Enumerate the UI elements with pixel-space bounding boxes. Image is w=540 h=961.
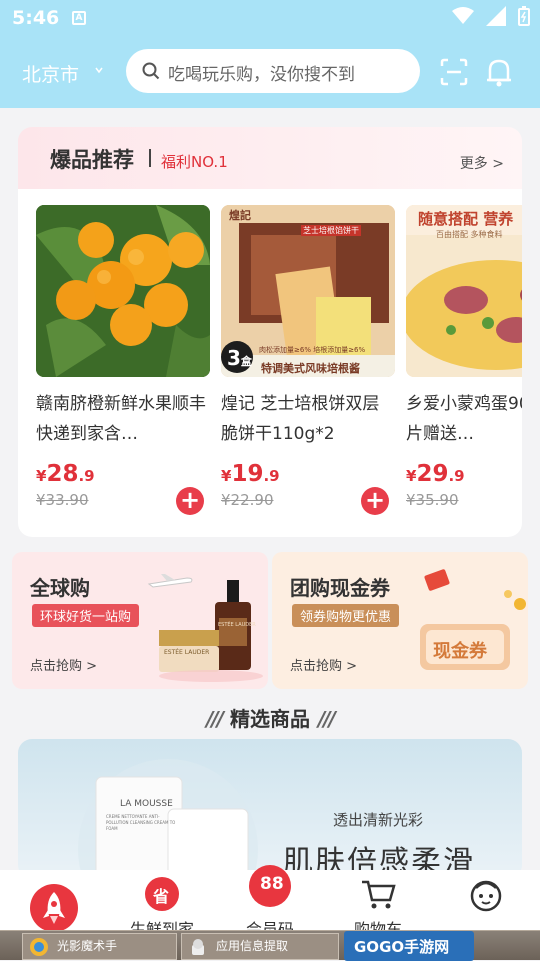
hot-section-header: 爆品推荐 福利NO.1 更多 >: [18, 127, 522, 189]
signal-icon: [486, 6, 506, 26]
global-buy-card[interactable]: 全球购 环球好货一站购 点击抢购 > ESTÉE LAUDER ESTÉE LA…: [12, 552, 268, 689]
more-link[interactable]: 更多 >: [460, 153, 504, 173]
promo-link[interactable]: 点击抢购 >: [290, 655, 357, 674]
header: 5:46 A 北京市 吃喝玩乐购，没你搜不到: [0, 0, 540, 108]
product-card[interactable]: 煌記 芝士培根馅饼干 3盒 肉松添加量≥6% 培根添加量≥6% 特调美式风味培根…: [221, 205, 395, 515]
search-input[interactable]: 吃喝玩乐购，没你搜不到: [126, 49, 420, 93]
hot-products: 赣南脐橙新鲜水果顺丰快递到家含… ¥28.9 ¥33.90 + 煌記 芝士培根馅…: [18, 189, 522, 537]
product-banner-sub: 百由搭配 多种食料: [436, 230, 503, 239]
save-money-glyph: 省: [153, 887, 170, 906]
chevron-down-icon[interactable]: [95, 66, 103, 74]
wifi-icon: [452, 7, 474, 24]
stats-label: 肉松添加量≥6% 培根添加量≥6%: [259, 346, 366, 354]
product-name: 乡爱小蒙鸡蛋90g*20片赠送…: [406, 394, 522, 444]
tab-fresh[interactable]: 省 生鲜到家: [122, 870, 202, 939]
coupon-label: 现金券: [433, 641, 487, 662]
city-selector[interactable]: 北京市: [22, 60, 79, 87]
product-old-price: ¥35.90: [406, 491, 459, 509]
taskbar-item[interactable]: 光影魔术手: [22, 933, 177, 960]
brand-label: 煌記: [229, 209, 251, 222]
selection-title: ///精选商品///: [206, 707, 336, 731]
scan-icon[interactable]: [440, 58, 468, 86]
android-app-icon: [192, 939, 204, 955]
search-icon: [142, 62, 160, 80]
status-bar: 5:46 A: [0, 0, 540, 38]
notification-icon: A: [72, 11, 86, 25]
product-image-egg-pancake: 随意搭配 营养 百由搭配 多种食料: [406, 205, 522, 377]
top-bar: 北京市 吃喝玩乐购，没你搜不到: [0, 48, 540, 96]
photo-app-icon: [30, 938, 48, 956]
battery-icon: [518, 6, 530, 26]
product-card[interactable]: 随意搭配 营养 百由搭配 多种食料 乡爱小蒙鸡蛋90g*20片赠送… ¥29.9…: [406, 205, 522, 509]
product-card[interactable]: 赣南脐橙新鲜水果顺丰快递到家含… ¥28.9 ¥33.90 +: [36, 205, 210, 515]
tube-brand-label: LA MOUSSE: [120, 799, 173, 809]
watermark-logo: GOGO手游网: [344, 931, 474, 961]
slogan-label: 特调美式风味培根酱: [261, 362, 360, 375]
product-image-biscuits: 煌記 芝士培根馅饼干 3盒 肉松添加量≥6% 培根添加量≥6% 特调美式风味培根…: [221, 205, 395, 377]
bottom-tab-bar: 省 生鲜到家 88 会员码 购物车: [0, 865, 540, 939]
add-to-cart-button[interactable]: +: [361, 487, 389, 515]
product-name: 煌记 芝士培根饼双层脆饼干110g*2: [221, 394, 380, 444]
bell-icon[interactable]: [484, 56, 514, 88]
watermark-text: GOGO手游网: [354, 938, 450, 956]
promo-title: 团购现金券: [290, 576, 390, 600]
tab-cart[interactable]: 购物车: [338, 870, 418, 939]
tube-desc-label: CREME NETTOYANTE ANTI-POLLUTION CLEANSIN…: [106, 814, 176, 831]
taskbar-item[interactable]: 应用信息提取: [181, 933, 339, 960]
banner-subtitle: 透出清新光彩: [333, 811, 424, 829]
product-name: 赣南脐橙新鲜水果顺丰快递到家含…: [36, 394, 206, 444]
group-coupon-card[interactable]: 团购现金券 领券购物更优惠 点击抢购 > 现金券: [272, 552, 528, 689]
product-image-oranges: [36, 205, 210, 377]
tab-profile[interactable]: [446, 870, 526, 932]
jar-brand-label: ESTÉE LAUDER: [164, 649, 210, 656]
count-label: 3盒: [227, 346, 252, 370]
product-banner-label: 随意搭配 营养: [418, 210, 514, 228]
bottle-brand-label: ESTÉE LAUDER: [218, 622, 256, 628]
status-time: 5:46: [12, 7, 60, 29]
title-divider: [149, 149, 151, 167]
promo-badge: 领券购物更优惠: [292, 604, 400, 627]
product-price: ¥29.9: [406, 461, 465, 487]
promo-link[interactable]: 点击抢购 >: [30, 655, 97, 674]
tab-home[interactable]: [14, 870, 94, 932]
hot-title: 爆品推荐: [50, 148, 134, 172]
cosmetics-image: [159, 580, 263, 682]
cart-icon: [362, 880, 396, 909]
hot-subtitle: 福利NO.1: [161, 153, 228, 171]
profile-face-icon: [470, 880, 502, 912]
oranges-photo: [36, 205, 210, 377]
box-label: 芝士培根馅饼干: [301, 225, 361, 236]
desktop-taskbar: 光影魔术手 应用信息提取 GOGO手游网: [0, 930, 540, 961]
rocket-icon: [30, 884, 78, 932]
add-to-cart-button[interactable]: +: [176, 487, 204, 515]
taskbar-item-label: 光影魔术手: [57, 939, 118, 953]
promo-badge: 环球好货一站购: [32, 604, 140, 627]
product-price: ¥19.9: [221, 461, 280, 487]
product-price: ¥28.9: [36, 461, 95, 487]
member-code-glyph: 88: [260, 874, 284, 894]
search-placeholder: 吃喝玩乐购，没你搜不到: [168, 65, 355, 85]
featured-banner[interactable]: LA MOUSSE CREME NETTOYANTE ANTI-POLLUTIO…: [18, 739, 522, 879]
tab-member-code[interactable]: 88 会员码: [230, 865, 310, 939]
taskbar-item-label: 应用信息提取: [216, 939, 289, 953]
promo-title: 全球购: [30, 576, 90, 600]
